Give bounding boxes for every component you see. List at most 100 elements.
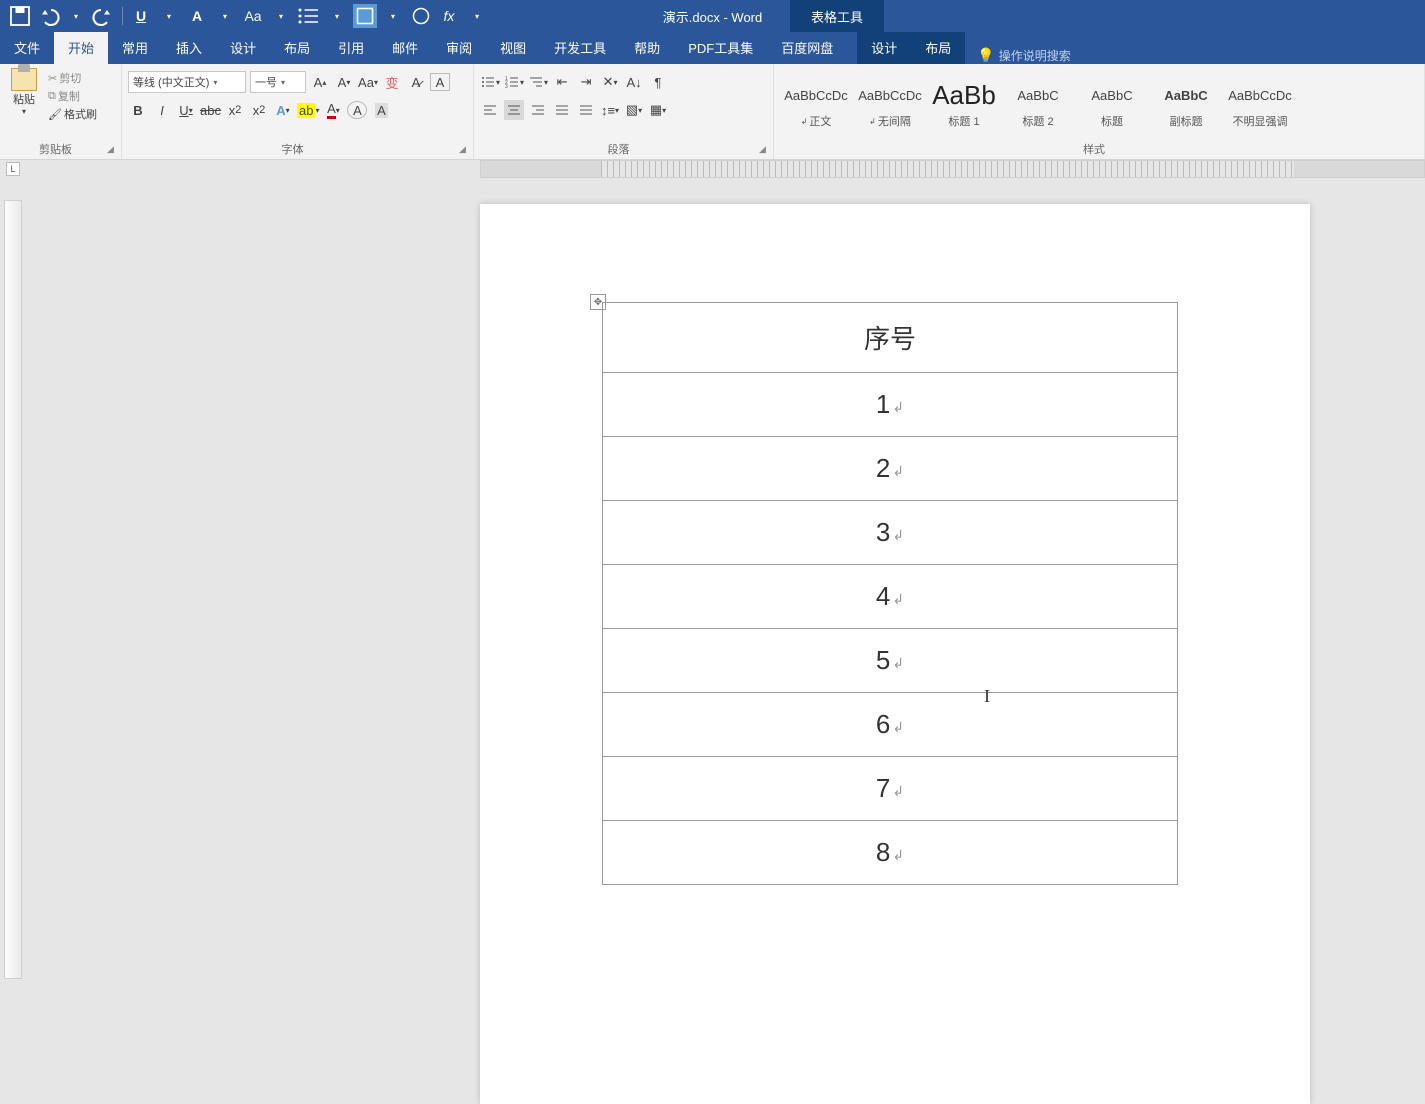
qat-customize-button[interactable]: ▾ [465,4,489,28]
table-cell[interactable]: 2↲ [603,437,1178,501]
qat-font-button[interactable]: A [185,4,209,28]
table-cell[interactable]: 6↲ [603,693,1178,757]
enclose-char-button[interactable]: A [347,101,367,119]
char-border-button[interactable]: A [430,73,450,91]
horizontal-ruler[interactable] [480,160,1425,178]
tab-common[interactable]: 常用 [108,31,162,64]
style-item-1[interactable]: AaBbCcDc↲无间隔 [854,72,926,134]
borders-button[interactable]: ▦▾ [648,100,668,120]
document-table[interactable]: 序号1↲2↲3↲4↲5↲6↲7↲8↲ [602,302,1178,885]
qat-shape-square-more[interactable]: ▾ [381,4,405,28]
circle-icon [409,4,433,28]
clear-formatting-button[interactable]: A̷ [406,72,426,92]
underline-button[interactable]: U▾ [176,100,196,120]
qat-shape-square-button[interactable] [353,4,377,28]
char-shading-button[interactable]: A [371,100,391,120]
align-justify-button[interactable] [552,100,572,120]
tell-me-search[interactable]: 💡 操作说明搜索 [965,47,1082,64]
format-painter-button[interactable]: 🖌格式刷 [48,106,97,122]
style-item-5[interactable]: AaBbC副标题 [1150,72,1222,134]
align-distribute-icon [578,102,594,118]
style-item-0[interactable]: AaBbCcDc↲正文 [780,72,852,134]
superscript-button[interactable]: x2 [249,100,269,120]
italic-button[interactable]: I [152,100,172,120]
qat-list-more[interactable]: ▾ [325,4,349,28]
change-case-button[interactable]: Aa▾ [358,72,378,92]
align-center-button[interactable] [504,100,524,120]
table-cell[interactable]: 4↲ [603,565,1178,629]
table-cell[interactable]: 8↲ [603,821,1178,885]
paragraph-launcher[interactable]: ◢ [759,144,771,156]
tab-references[interactable]: 引用 [324,31,378,64]
tab-pdf[interactable]: PDF工具集 [674,31,767,64]
shrink-font-button[interactable]: A▾ [334,72,354,92]
bold-button[interactable]: B [128,100,148,120]
text-effects-button[interactable]: A▾ [273,100,293,120]
undo-more-button[interactable]: ▾ [64,4,88,28]
paste-button[interactable]: 粘贴 ▾ [6,68,42,116]
qat-underline-more[interactable]: ▾ [157,4,181,28]
tab-home[interactable]: 开始 [54,31,108,64]
styles-gallery[interactable]: AaBbCcDc↲正文AaBbCcDc↲无间隔AaBb标题 1AaBbC标题 2… [780,68,1418,134]
font-color-button[interactable]: A▾ [323,100,343,120]
highlight-button[interactable]: ab▾ [297,100,319,120]
tab-file[interactable]: 文件 [0,31,54,64]
tab-review[interactable]: 审阅 [432,31,486,64]
style-item-2[interactable]: AaBb标题 1 [928,72,1000,134]
qat-case-button[interactable]: Aa [241,4,265,28]
table-cell[interactable]: 3↲ [603,501,1178,565]
sort-button[interactable]: A↓ [624,72,644,92]
numbering-button[interactable]: 123▾ [504,72,524,92]
increase-indent-button[interactable]: ⇥ [576,72,596,92]
style-item-3[interactable]: AaBbC标题 2 [1002,72,1074,134]
shading-button[interactable]: ▧▾ [624,100,644,120]
save-button[interactable] [8,4,32,28]
bullets-button[interactable]: ▾ [480,72,500,92]
align-left-button[interactable] [480,100,500,120]
tab-selector[interactable]: L [6,162,20,176]
subscript-button[interactable]: x2 [225,100,245,120]
tab-developer[interactable]: 开发工具 [540,31,620,64]
phonetic-guide-button[interactable]: 变 [382,72,402,92]
style-item-4[interactable]: AaBbC标题 [1076,72,1148,134]
qat-underline-button[interactable]: U [129,4,153,28]
undo-button[interactable] [36,4,60,28]
copy-button[interactable]: ⧉复制 [48,88,97,104]
tab-design[interactable]: 设计 [216,31,270,64]
style-item-6[interactable]: AaBbCcDc不明显强调 [1224,72,1296,134]
qat-case-more[interactable]: ▾ [269,4,293,28]
style-preview: AaBb [932,77,996,113]
tab-view[interactable]: 视图 [486,31,540,64]
align-distribute-button[interactable] [576,100,596,120]
qat-list-button[interactable] [297,4,321,28]
grow-font-button[interactable]: A▴ [310,72,330,92]
tab-mail[interactable]: 邮件 [378,31,432,64]
align-right-button[interactable] [528,100,548,120]
qat-font-more[interactable]: ▾ [213,4,237,28]
tab-table-design[interactable]: 设计 [857,31,911,64]
font-name-combo[interactable]: 等线 (中文正文)▾ [128,71,246,93]
line-spacing-button[interactable]: ↕≡▾ [600,100,620,120]
tab-help[interactable]: 帮助 [620,31,674,64]
asian-layout-button[interactable]: ✕▾ [600,72,620,92]
show-marks-button[interactable]: ¶ [648,72,668,92]
table-cell[interactable]: 7↲ [603,757,1178,821]
tab-layout[interactable]: 布局 [270,31,324,64]
qat-formula-button[interactable]: fx [437,4,461,28]
multilevel-list-button[interactable]: ▾ [528,72,548,92]
table-cell[interactable]: 1↲ [603,373,1178,437]
clipboard-launcher[interactable]: ◢ [107,144,119,156]
table-header-cell[interactable]: 序号 [603,303,1178,373]
font-size-combo[interactable]: 一号▾ [250,71,306,93]
font-launcher[interactable]: ◢ [459,144,471,156]
redo-button[interactable] [92,4,116,28]
strikethrough-button[interactable]: abc [200,100,221,120]
vertical-ruler[interactable] [4,200,22,979]
tab-baidu[interactable]: 百度网盘 [767,31,847,64]
table-cell[interactable]: 5↲ [603,629,1178,693]
decrease-indent-button[interactable]: ⇤ [552,72,572,92]
qat-shape-circle-button[interactable] [409,4,433,28]
cut-button[interactable]: ✂剪切 [48,70,97,86]
tab-table-layout[interactable]: 布局 [911,31,965,64]
tab-insert[interactable]: 插入 [162,31,216,64]
